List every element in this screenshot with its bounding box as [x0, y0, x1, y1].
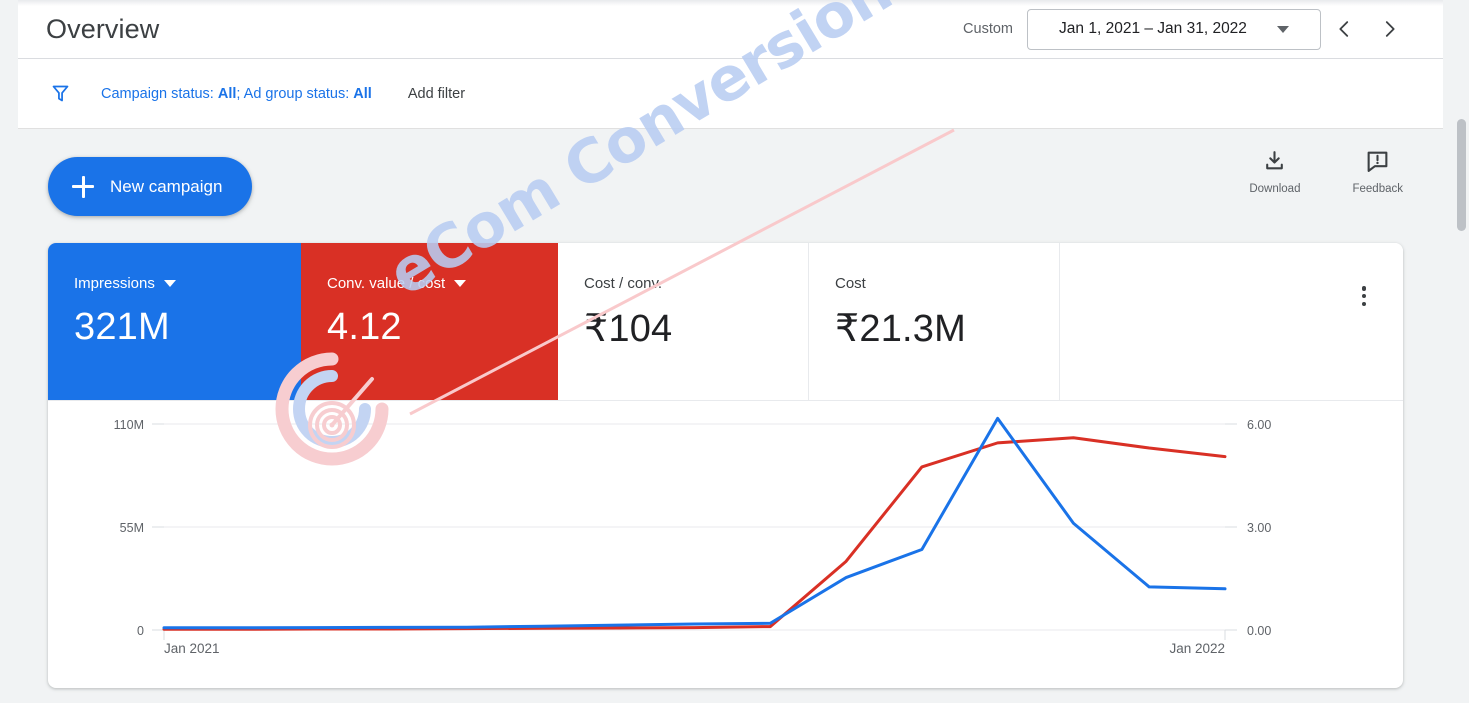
page-scrollbar-track[interactable]: [1454, 59, 1469, 703]
download-label: Download: [1249, 183, 1301, 195]
metric-strip-spacer: [1060, 243, 1403, 400]
ad-group-status-value: All: [353, 85, 372, 102]
chart-line-impressions: [162, 416, 1227, 630]
metric-value: 321M: [74, 306, 170, 348]
top-header-bar: Overview Custom Jan 1, 2021 – Jan 31, 20…: [18, 0, 1443, 59]
app-root: Overview Custom Jan 1, 2021 – Jan 31, 20…: [0, 0, 1469, 703]
kebab-dot: [1361, 286, 1367, 291]
metric-label: Cost / conv.: [584, 275, 663, 292]
chart-svg[interactable]: 110M 55M 0 6.00 3.00 0.00 Jan 2021 Jan 2…: [48, 401, 1403, 688]
y-right-tick: 6.00: [1247, 418, 1271, 432]
metric-tile-cost[interactable]: Cost ₹21.3M: [809, 243, 1060, 400]
x-tick-end: Jan 2022: [1169, 641, 1225, 656]
kebab-dot: [1361, 301, 1367, 306]
metric-label-row: Conv. value / cost: [327, 275, 558, 292]
page-scrollbar-thumb[interactable]: [1457, 119, 1466, 231]
add-filter-button[interactable]: Add filter: [408, 86, 465, 102]
previous-period-button[interactable]: [1321, 6, 1367, 52]
kebab-dot: [1361, 293, 1367, 299]
chart-line-conv-value-cost: [162, 436, 1227, 631]
chart-x-ticks: Jan 2021 Jan 2022: [164, 641, 1225, 656]
date-range-selector[interactable]: Jan 1, 2021 – Jan 31, 2022: [1027, 8, 1321, 50]
left-gutter: [0, 0, 18, 703]
utility-actions: Download Feedback: [1249, 149, 1403, 195]
y-right-tick: 3.00: [1247, 521, 1271, 535]
metric-tiles: Impressions 321M Conv. value / cost 4.12…: [48, 243, 1403, 401]
card-more-options-button[interactable]: [1353, 285, 1375, 307]
chevron-down-icon[interactable]: [163, 280, 176, 287]
content-area: New campaign Download Feedback Impressio…: [18, 129, 1443, 703]
chevron-down-icon[interactable]: [454, 280, 467, 287]
chart-gridlines: [164, 423, 1225, 631]
new-campaign-label: New campaign: [110, 176, 223, 196]
action-row: New campaign Download Feedback: [18, 129, 1443, 243]
performance-chart: 110M 55M 0 6.00 3.00 0.00 Jan 2021 Jan 2…: [48, 401, 1403, 688]
metric-label: Conv. value / cost: [327, 275, 446, 292]
campaign-status-label: Campaign status:: [101, 85, 214, 102]
funnel-icon[interactable]: [50, 83, 71, 104]
ad-group-status-label: Ad group status:: [243, 85, 350, 102]
metric-value: ₹104: [584, 308, 673, 350]
chart-tickmarks: [152, 423, 1237, 640]
y-left-tick: 55M: [120, 521, 144, 535]
date-range-preset-label: Custom: [963, 21, 1013, 37]
metric-tile-cost-per-conv[interactable]: Cost / conv. ₹104: [558, 243, 809, 400]
new-campaign-button[interactable]: New campaign: [48, 157, 253, 216]
metric-label-row: Cost / conv.: [584, 275, 808, 292]
feedback-button[interactable]: Feedback: [1352, 149, 1403, 195]
next-period-button[interactable]: [1367, 6, 1413, 52]
filter-bar: Campaign status: All; Ad group status: A…: [18, 59, 1443, 129]
active-filter-chip[interactable]: Campaign status: All; Ad group status: A…: [101, 86, 372, 102]
chevron-down-icon: [1276, 25, 1289, 33]
x-tick-start: Jan 2021: [164, 641, 220, 656]
plus-icon: [72, 175, 94, 198]
campaign-status-value: All: [217, 85, 237, 102]
metric-value: ₹21.3M: [835, 308, 966, 350]
header-top-sheen: [18, 0, 1443, 6]
feedback-icon: [1367, 151, 1388, 172]
page-title: Overview: [46, 13, 160, 44]
metric-tile-impressions[interactable]: Impressions 321M: [48, 243, 301, 400]
date-range-controls: Custom Jan 1, 2021 – Jan 31, 2022: [963, 6, 1443, 52]
filter-separator: ;: [236, 85, 241, 102]
performance-card: Impressions 321M Conv. value / cost 4.12…: [48, 243, 1403, 688]
date-range-value: Jan 1, 2021 – Jan 31, 2022: [1059, 20, 1247, 37]
download-icon: [1266, 151, 1284, 170]
download-button[interactable]: Download: [1249, 149, 1300, 195]
chart-y-left-ticks: 110M 55M 0: [114, 418, 144, 638]
y-left-tick: 110M: [114, 418, 144, 432]
feedback-label: Feedback: [1352, 183, 1403, 195]
metric-label: Impressions: [74, 275, 155, 292]
metric-label: Cost: [835, 275, 866, 292]
metric-label-row: Cost: [835, 275, 1059, 292]
metric-label-row: Impressions: [74, 275, 301, 292]
metric-tile-conv-value-cost[interactable]: Conv. value / cost 4.12: [301, 243, 558, 400]
y-right-tick: 0.00: [1247, 624, 1271, 638]
metric-value: 4.12: [327, 306, 402, 348]
y-left-tick: 0: [137, 624, 144, 638]
chart-y-right-ticks: 6.00 3.00 0.00: [1247, 418, 1271, 638]
